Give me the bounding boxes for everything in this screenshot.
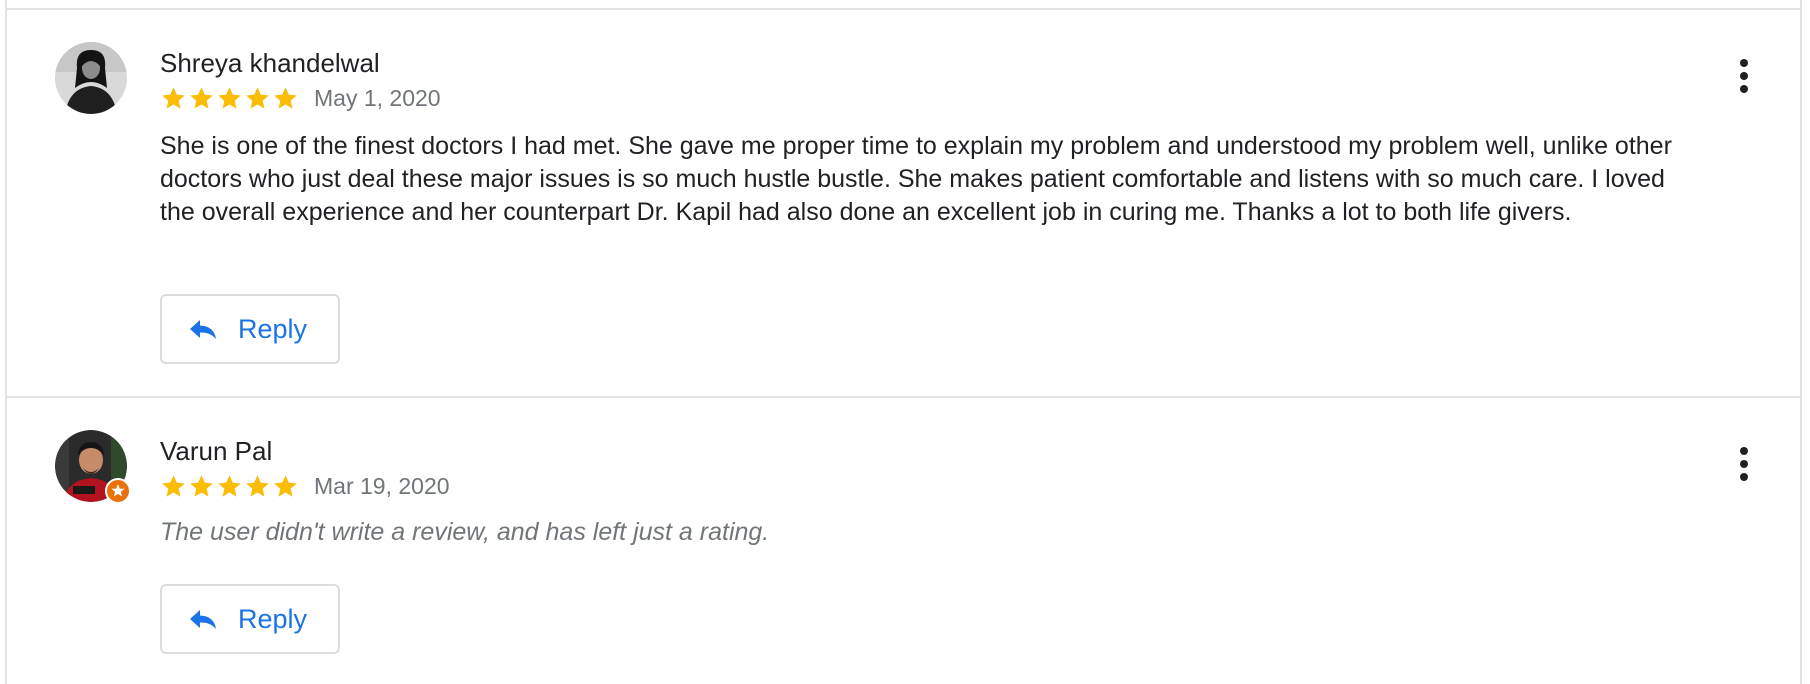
star-icon bbox=[162, 474, 185, 497]
kebab-dot bbox=[1740, 72, 1748, 80]
star-icon bbox=[190, 86, 213, 109]
review-card: Shreya khandelwal May 1, 2020 She is one… bbox=[7, 8, 1800, 396]
review-date: May 1, 2020 bbox=[314, 84, 441, 111]
reply-button[interactable]: Reply bbox=[160, 294, 340, 364]
kebab-dot bbox=[1740, 59, 1748, 67]
reviews-panel: Shreya khandelwal May 1, 2020 She is one… bbox=[5, 0, 1802, 684]
reviewer-name[interactable]: Varun Pal bbox=[160, 436, 272, 467]
more-vert-icon[interactable] bbox=[1728, 54, 1760, 98]
star-icon bbox=[218, 474, 241, 497]
rating-row: Mar 19, 2020 bbox=[160, 471, 450, 501]
reviewer-name[interactable]: Shreya khandelwal bbox=[160, 48, 380, 79]
reply-arrow-icon bbox=[190, 320, 216, 339]
review-text: She is one of the finest doctors I had m… bbox=[160, 132, 1672, 226]
star-icon bbox=[246, 474, 269, 497]
reply-button[interactable]: Reply bbox=[160, 584, 340, 654]
reviewer-avatar[interactable] bbox=[55, 42, 127, 114]
kebab-dot bbox=[1740, 85, 1748, 93]
reply-label: Reply bbox=[238, 603, 308, 634]
star-icon bbox=[274, 474, 297, 497]
kebab-dot bbox=[1740, 473, 1748, 481]
star-rating bbox=[160, 85, 300, 112]
star-rating bbox=[160, 473, 300, 500]
star-icon bbox=[162, 86, 185, 109]
reviewer-avatar[interactable] bbox=[55, 430, 131, 504]
reply-label: Reply bbox=[238, 313, 308, 344]
reviews-page: Shreya khandelwal May 1, 2020 She is one… bbox=[0, 0, 1810, 684]
review-card: Varun Pal Mar 19, 2020 The user didn't w… bbox=[7, 396, 1800, 684]
kebab-dot bbox=[1740, 460, 1748, 468]
star-icon bbox=[218, 86, 241, 109]
reply-arrow-icon bbox=[190, 610, 216, 629]
review-date: Mar 19, 2020 bbox=[314, 472, 450, 499]
avatar-photo-icon bbox=[55, 42, 127, 114]
kebab-dot bbox=[1740, 447, 1748, 455]
star-icon bbox=[190, 474, 213, 497]
more-vert-icon[interactable] bbox=[1728, 442, 1760, 486]
rating-row: May 1, 2020 bbox=[160, 83, 441, 113]
star-icon bbox=[274, 86, 297, 109]
rating-only-note: The user didn't write a review, and has … bbox=[160, 518, 770, 546]
star-icon bbox=[246, 86, 269, 109]
local-guide-badge-icon bbox=[105, 478, 131, 504]
